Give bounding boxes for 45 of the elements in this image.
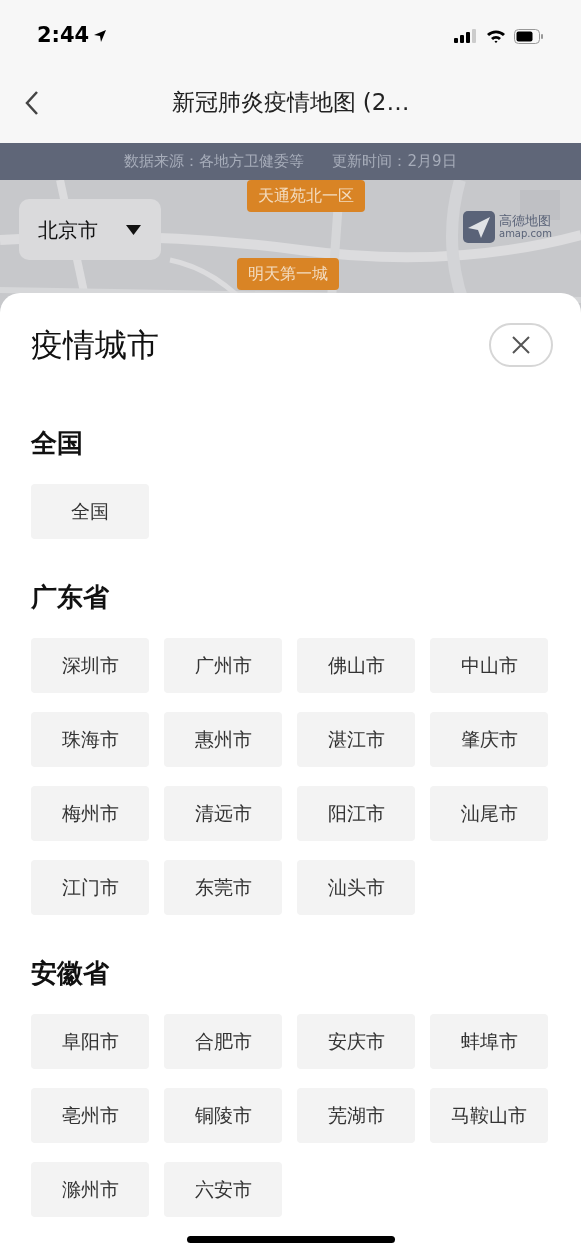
city-chip[interactable]: 中山市 xyxy=(430,638,548,693)
page-title: 新冠肺炎疫情地图 (2… xyxy=(171,88,410,118)
section-heading: 安徽省 xyxy=(31,957,110,989)
city-chip[interactable]: 肇庆市 xyxy=(430,712,548,767)
sheet-title: 疫情城市 xyxy=(31,325,159,366)
city-chip[interactable]: 深圳市 xyxy=(31,638,149,693)
city-chip[interactable]: 芜湖市 xyxy=(297,1088,415,1143)
plane-logo-icon xyxy=(463,211,495,243)
city-chip[interactable]: 铜陵市 xyxy=(164,1088,282,1143)
city-chip[interactable]: 阜阳市 xyxy=(31,1014,149,1069)
city-chip[interactable]: 惠州市 xyxy=(164,712,282,767)
city-dropdown[interactable]: 北京市 xyxy=(19,199,161,260)
city-chip[interactable]: 江门市 xyxy=(31,860,149,915)
city-chip[interactable]: 珠海市 xyxy=(31,712,149,767)
signal-icon xyxy=(454,29,478,43)
city-chip[interactable]: 佛山市 xyxy=(297,638,415,693)
map-logo-name: 高德地图 xyxy=(499,214,552,227)
city-chip[interactable]: 六安市 xyxy=(164,1162,282,1217)
city-chip[interactable]: 亳州市 xyxy=(31,1088,149,1143)
city-chip[interactable]: 全国 xyxy=(31,484,149,539)
battery-icon xyxy=(514,28,544,44)
section-heading: 广东省 xyxy=(31,581,110,613)
info-banner: 数据来源：各地方卫健委等 更新时间：2月9日 xyxy=(0,143,581,180)
city-chip[interactable]: 汕头市 xyxy=(297,860,415,915)
city-chip[interactable]: 滁州市 xyxy=(31,1162,149,1217)
city-chip[interactable]: 清远市 xyxy=(164,786,282,841)
city-chip[interactable]: 阳江市 xyxy=(297,786,415,841)
city-chip[interactable]: 汕尾市 xyxy=(430,786,548,841)
wifi-icon xyxy=(486,29,506,43)
caret-icon xyxy=(126,224,141,235)
city-chip[interactable]: 马鞍山市 xyxy=(430,1088,548,1143)
city-chip[interactable]: 东莞市 xyxy=(164,860,282,915)
map-logo-domain: amap.com xyxy=(499,227,552,240)
location-arrow-icon xyxy=(93,29,108,43)
status-time: 2:44 xyxy=(37,22,90,50)
city-chip[interactable]: 合肥市 xyxy=(164,1014,282,1069)
city-chip[interactable]: 梅州市 xyxy=(31,786,149,841)
city-chip[interactable]: 安庆市 xyxy=(297,1014,415,1069)
back-chevron-icon xyxy=(25,89,39,116)
city-chip[interactable]: 蚌埠市 xyxy=(430,1014,548,1069)
city-chip[interactable]: 广州市 xyxy=(164,638,282,693)
close-button[interactable] xyxy=(489,323,553,367)
section-heading: 全国 xyxy=(31,427,84,459)
close-icon xyxy=(511,335,531,355)
city-chip[interactable]: 湛江市 xyxy=(297,712,415,767)
